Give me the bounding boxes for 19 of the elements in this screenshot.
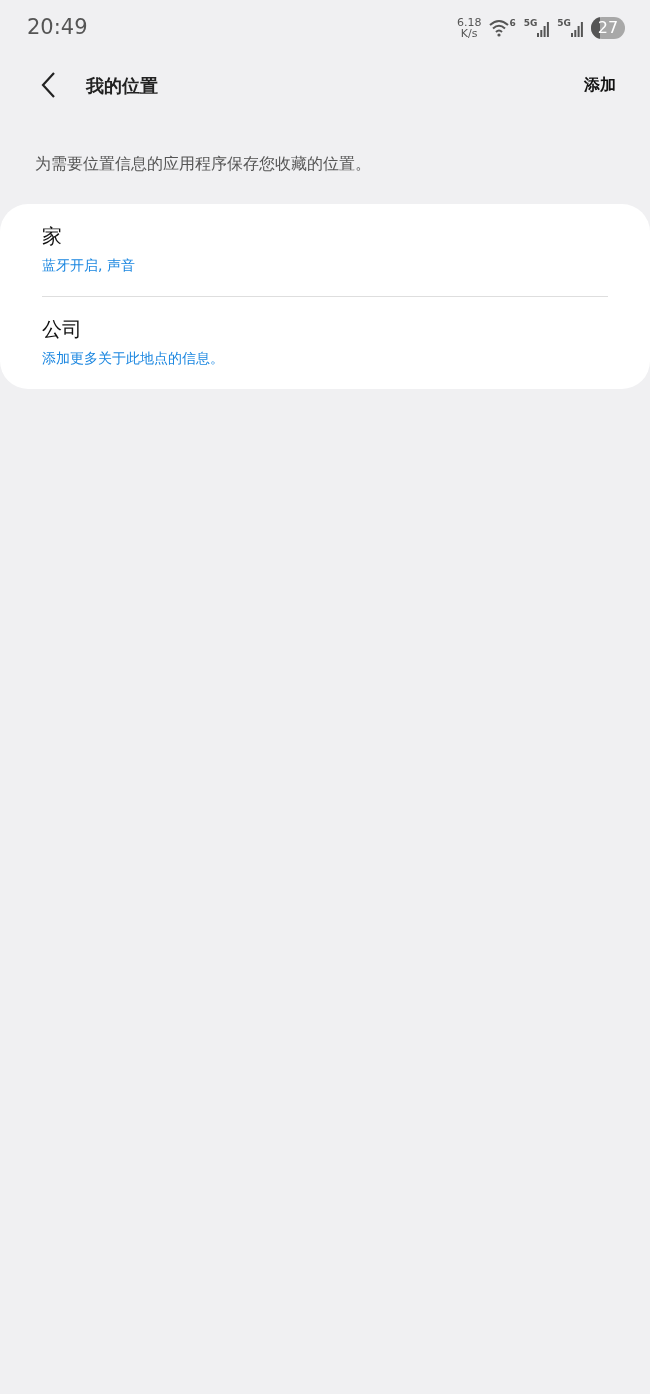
description-text: 为需要位置信息的应用程序保存您收藏的位置。 (34, 153, 372, 175)
place-item[interactable]: 家 蓝牙开启, 声音 (42, 204, 608, 296)
signal-icon (537, 21, 550, 37)
network-type-label: 5G (557, 19, 571, 28)
network-type-label: 5G (523, 19, 538, 28)
wifi-standard-label: 6 (509, 19, 516, 28)
wifi-icon (489, 19, 510, 37)
network-speed-value: 6.18 (456, 17, 482, 28)
add-button[interactable]: 添加 (584, 73, 616, 97)
signal-icon (571, 21, 583, 37)
place-name: 家 (42, 224, 63, 249)
page-title: 我的位置 (86, 73, 158, 98)
back-icon (40, 71, 56, 99)
status-time: 20:49 (27, 14, 88, 42)
place-name: 公司 (42, 317, 83, 342)
place-detail: 添加更多关于此地点的信息。 (42, 349, 225, 368)
network-speed-unit: K/s (460, 28, 478, 39)
place-detail: 蓝牙开启, 声音 (42, 256, 136, 275)
place-item[interactable]: 公司 添加更多关于此地点的信息。 (42, 296, 608, 389)
